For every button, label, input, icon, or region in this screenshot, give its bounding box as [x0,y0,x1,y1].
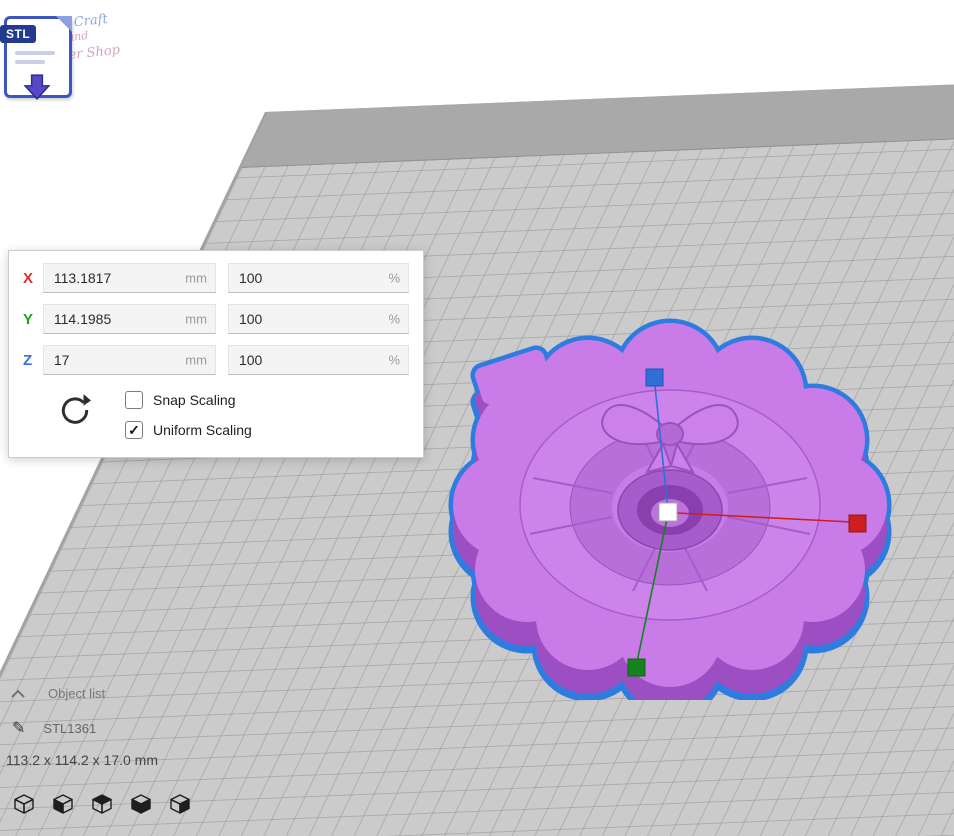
scale-z-mm-field: mm [43,345,216,375]
reset-scale-button[interactable] [55,391,95,431]
snap-scaling-checkbox[interactable] [125,391,143,409]
object-name: STL1361 [43,721,96,736]
camera-view-toolbar [10,790,194,820]
object-list-header[interactable]: Object list [10,686,105,701]
scale-row-y: Y mm % [23,304,409,334]
model-dimensions-label: 113.2 x 114.2 x 17.0 mm [6,752,158,768]
snap-scaling-row: Snap Scaling [125,391,252,409]
checkmark-icon: ✓ [128,423,140,437]
reset-arrow-icon [58,393,92,427]
uniform-scaling-checkbox[interactable]: ✓ [125,421,143,439]
scale-x-percent-field: % [228,263,409,293]
view-top-icon[interactable] [88,790,116,820]
stl-file-icon: STL [4,16,72,98]
axis-y-label: Y [23,311,43,328]
folded-corner-icon [56,16,72,32]
shop-logo: The Craft and Glitter Shop STL [0,4,150,104]
view-right-icon[interactable] [166,790,194,820]
scale-y-mm-field: mm [43,304,216,334]
uniform-scaling-row: ✓ Uniform Scaling [125,421,252,439]
axis-x-label: X [23,270,43,287]
object-list-title: Object list [48,686,105,701]
view-left-icon[interactable] [127,790,155,820]
uniform-scaling-label: Uniform Scaling [153,422,252,438]
scale-row-x: X mm % [23,263,409,293]
scale-y-percent-field: % [228,304,409,334]
pencil-icon: ✎ [12,718,25,738]
scale-y-mm-input[interactable] [44,305,215,333]
scale-z-percent-input[interactable] [229,346,408,374]
build-plate-back-edge [241,44,954,168]
scale-z-mm-input[interactable] [44,346,215,374]
scale-handle-y[interactable] [628,659,645,676]
view-front-icon[interactable] [49,790,77,820]
scale-handle-center[interactable] [659,503,677,521]
scale-handle-x[interactable] [849,515,866,532]
chevron-up-icon [10,689,26,698]
scale-tool-panel: X mm % Y mm % Z mm % [8,250,424,458]
scale-row-z: Z mm % [23,345,409,375]
download-arrow-icon [23,73,51,101]
model-3d[interactable] [425,300,935,700]
scale-y-percent-input[interactable] [229,305,408,333]
view-3d-icon[interactable] [10,790,38,820]
scale-x-percent-input[interactable] [229,264,408,292]
doc-text-line [15,60,45,64]
doc-text-line [15,51,55,55]
stl-badge: STL [0,25,36,43]
scale-x-mm-input[interactable] [44,264,215,292]
scale-x-mm-field: mm [43,263,216,293]
scale-handle-z[interactable] [646,369,663,386]
object-list-item[interactable]: ✎ STL1361 [12,718,96,738]
axis-z-label: Z [23,352,43,369]
snap-scaling-label: Snap Scaling [153,392,236,408]
scale-z-percent-field: % [228,345,409,375]
